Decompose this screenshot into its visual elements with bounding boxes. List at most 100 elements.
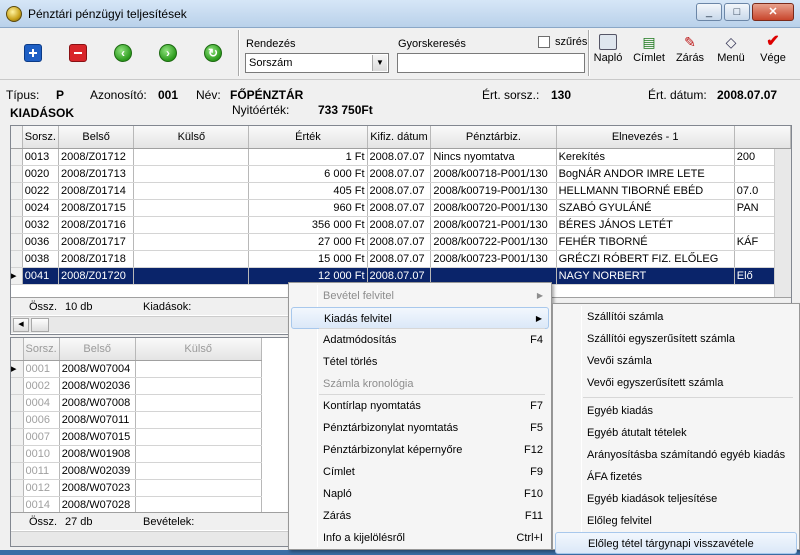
add-icon[interactable] [24,44,42,62]
menu-item-label: Bevétel felvitel [323,290,394,302]
menu-item-label: Egyéb kiadás [587,405,654,417]
column-header[interactable]: Elnevezés - 1 [556,126,735,149]
table-cell: 0038 [22,250,59,268]
table-cell: 2008/k00720-P001/130 [430,199,557,217]
column-header[interactable]: Belső [58,126,135,149]
table-row[interactable]: 0006 2008/W07011 [11,411,262,429]
table-row[interactable]: 0010 2008/W01908 [11,445,262,463]
submenu-item[interactable]: Egyéb kiadás [555,400,797,422]
table-cell: 0011 [23,462,60,480]
context-menu-item[interactable]: Adatmódosítás F4 [291,329,549,351]
lower-hscrollbar[interactable] [11,531,299,546]
table-cell: 2008/k00721-P001/130 [430,216,557,234]
table-row[interactable]: 0002 2008/W02036 [11,377,262,395]
table-row[interactable]: 0014 2008/W07028 [11,496,262,514]
table-cell: 2008/W02039 [59,462,136,480]
table-cell: 0022 [22,182,59,200]
table-row[interactable]: ▸ 0001 2008/W07004 [11,360,262,378]
column-header[interactable]: Pénztárbiz. [430,126,557,149]
table-row[interactable]: 0013 2008/Z01712 1 Ft 2008.07.07 Nincs nyomt… [11,148,791,166]
table-cell [133,182,250,200]
table-row[interactable]: 0007 2008/W07015 [11,428,262,446]
context-menu-item[interactable]: Pénztárbizonylat nyomtatás F5 [291,417,549,439]
table-row[interactable]: 0012 2008/W07023 [11,479,262,497]
cimlet-label: Címlet [633,52,665,64]
submenu-item[interactable]: Vevői egyszerűsített számla [555,372,797,394]
column-header[interactable]: Külső [135,338,262,361]
gyorskereses-input[interactable] [397,53,585,73]
column-header[interactable]: Külső [133,126,250,149]
context-menu-item[interactable]: Pénztárbizonylat képernyőre F12 [291,439,549,461]
column-header[interactable]: Sorsz. [22,126,59,149]
menu-item-label: Címlet [323,466,355,478]
table-row[interactable]: 0004 2008/W07008 [11,394,262,412]
menu-item-label: Info a kijelölésről [323,532,405,544]
menu-item-label: Egyéb átutalt tételek [587,427,687,439]
table-row[interactable]: 0020 2008/Z01713 6 000 Ft 2008.07.07 2008/k0… [11,165,791,183]
menu-item-label: Vevői számla [587,355,652,367]
upper-vscrollbar[interactable] [774,149,791,297]
submenu-item[interactable]: Arányosításba számítandó egyéb kiadás [555,444,797,466]
back-arrow-icon[interactable]: ‹ [114,44,132,62]
row-indicator [11,165,23,183]
submenu-item[interactable]: Szállítói számla [555,306,797,328]
table-row[interactable]: 0038 2008/Z01718 15 000 Ft 2008.07.07 2008/k… [11,250,791,268]
minimize-button[interactable]: _ [696,3,722,21]
submenu-item[interactable]: Egyéb átutalt tételek [555,422,797,444]
checkmark-icon: ✔ [766,33,780,50]
table-cell: 2008/Z01716 [58,216,135,234]
close-button[interactable]: ✕ [752,3,794,21]
menu-separator [319,394,545,395]
column-header[interactable] [734,126,791,149]
table-row[interactable]: 0011 2008/W02039 [11,462,262,480]
naplo-button[interactable]: Napló [590,34,626,64]
refresh-icon[interactable]: ↻ [204,44,222,62]
menu-button[interactable]: ◇ Menü [713,34,749,64]
context-menu-item[interactable]: Tétel törlés [291,351,549,373]
zaras-button[interactable]: ✎ Zárás [672,34,708,64]
row-indicator [11,479,24,497]
submenu-item[interactable]: Szállítói egyszerűsített számla [555,328,797,350]
table-cell: 2008/k00719-P001/130 [430,182,557,200]
column-header[interactable]: Kifiz. dátum [367,126,432,149]
context-menu-item[interactable]: Zárás F11 [291,505,549,527]
context-menu-item[interactable]: Kontírlap nyomtatás F7 [291,395,549,417]
cimlet-button[interactable]: ▤ Címlet [631,34,667,64]
table-cell: 27 000 Ft [248,233,368,251]
context-menu-item[interactable]: Napló F10 [291,483,549,505]
bevetelek-grid[interactable]: Sorsz. Belső Külső ▸ 0001 2008/W07004 0002 2008… [10,337,300,547]
menu-item-label: Szállítói számla [587,311,664,323]
rendezes-select[interactable]: Sorszám ▼ [245,53,389,73]
szures-checkbox[interactable] [538,36,550,48]
submenu-item[interactable]: Előleg felvitel [555,510,797,532]
row-indicator-header [11,126,23,149]
chevron-down-icon[interactable]: ▼ [372,55,387,71]
context-menu-item[interactable]: Info a kijelölésről Ctrl+I [291,527,549,549]
scroll-thumb[interactable] [31,318,49,332]
submenu-item[interactable]: Egyéb kiadások teljesítése [555,488,797,510]
scroll-left-icon[interactable]: ◀ [13,318,29,332]
maximize-button[interactable]: □ [724,3,750,21]
vege-button[interactable]: ✔ Vége [755,33,791,65]
table-cell: 0001 [23,360,60,378]
delete-icon[interactable] [69,44,87,62]
table-cell: 2008/Z01718 [58,250,135,268]
context-menu-item[interactable]: Címlet F9 [291,461,549,483]
submenu-item[interactable]: Vevői számla [555,350,797,372]
submenu-item[interactable]: ÁFA fizetés [555,466,797,488]
submenu-item[interactable]: Előleg tétel tárgynapi visszavétele [555,532,797,554]
column-header[interactable]: Belső [59,338,136,361]
row-indicator [11,445,24,463]
table-row[interactable]: 0022 2008/Z01714 405 Ft 2008.07.07 2008/k007… [11,182,791,200]
table-cell: SZABÓ GYULÁNÉ [556,199,735,217]
menu-item-label: Pénztárbizonylat képernyőre [323,444,463,456]
column-header[interactable]: Érték [248,126,368,149]
forward-arrow-icon[interactable]: › [159,44,177,62]
table-row[interactable]: 0036 2008/Z01717 27 000 Ft 2008.07.07 2008/k… [11,233,791,251]
table-row[interactable]: 0024 2008/Z01715 960 Ft 2008.07.07 2008/k007… [11,199,791,217]
table-row[interactable]: 0032 2008/Z01716 356 000 Ft 2008.07.07 2008/… [11,216,791,234]
table-cell [133,216,250,234]
table-cell: 2008/k00722-P001/130 [430,233,557,251]
column-header[interactable]: Sorsz. [23,338,60,361]
context-menu-item[interactable]: Kiadás felvitel ▶ [291,307,549,329]
